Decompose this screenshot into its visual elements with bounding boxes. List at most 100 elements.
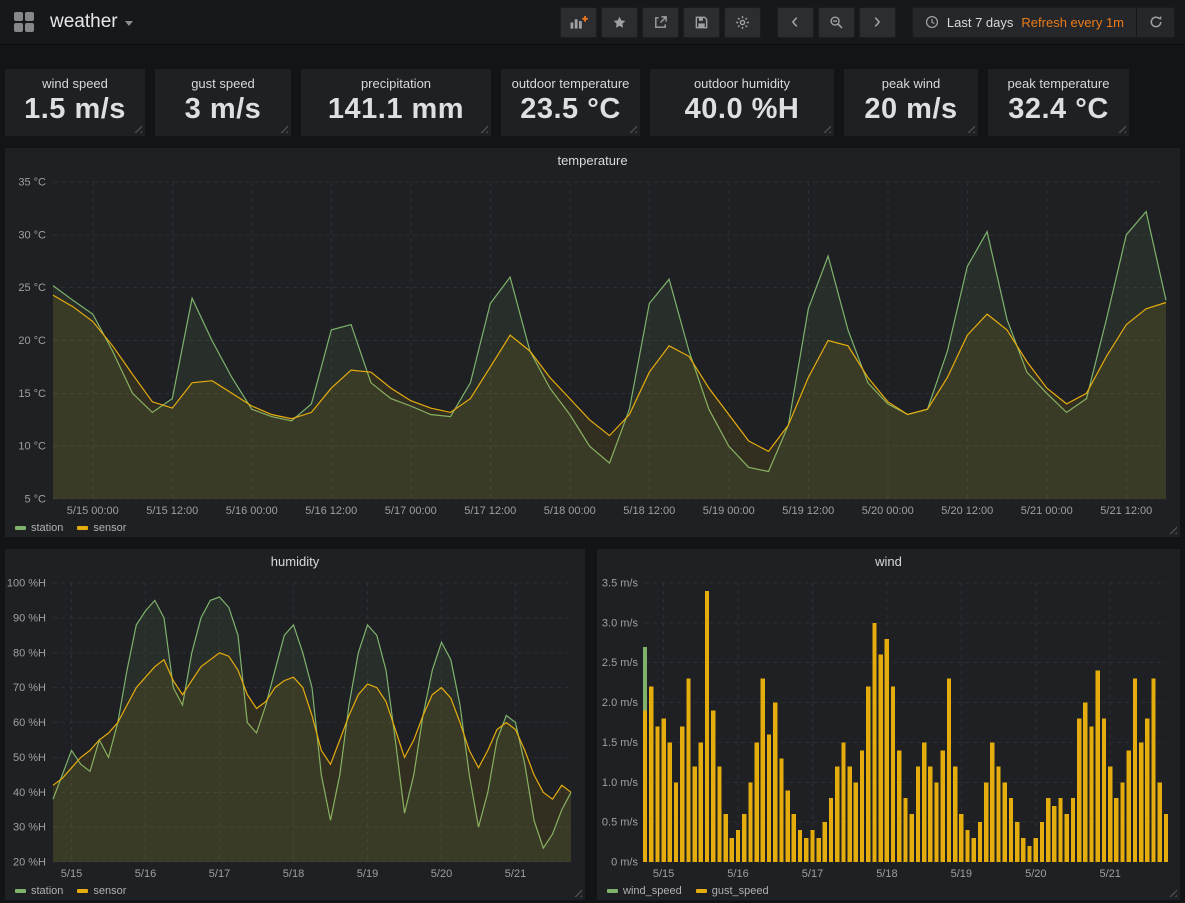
legend-item-station[interactable]: station: [15, 522, 63, 534]
svg-text:10 °C: 10 °C: [18, 441, 46, 453]
stat-value: 3 m/s: [185, 91, 262, 127]
settings-button[interactable]: [724, 7, 761, 38]
save-button[interactable]: [683, 7, 720, 38]
zoom-out-button[interactable]: [818, 7, 855, 38]
time-range-label: Last 7 days: [947, 15, 1014, 30]
svg-text:5/17 12:00: 5/17 12:00: [464, 505, 516, 517]
svg-text:5/16: 5/16: [135, 868, 156, 880]
star-button[interactable]: [601, 7, 638, 38]
svg-text:20 %H: 20 %H: [13, 857, 46, 869]
panel-title-humidity[interactable]: humidity: [5, 549, 585, 575]
top-nav: weather Last 7 da: [0, 0, 1185, 45]
time-nav-actions: [777, 7, 896, 38]
stat-panel-peak-wind: peak wind20 m/s: [844, 69, 978, 136]
resize-handle[interactable]: [279, 124, 288, 133]
resize-handle[interactable]: [628, 124, 637, 133]
wind-chart[interactable]: 5/155/165/175/185/195/205/210 m/s0.5 m/s…: [597, 575, 1180, 882]
svg-text:3.5 m/s: 3.5 m/s: [602, 578, 639, 590]
add-panel-button[interactable]: [560, 7, 597, 38]
svg-text:5/21: 5/21: [505, 868, 526, 880]
legend-item-wind_speed[interactable]: wind_speed: [607, 885, 682, 897]
time-back-button[interactable]: [777, 7, 814, 38]
stat-title[interactable]: precipitation: [361, 76, 431, 91]
svg-text:5/16: 5/16: [727, 868, 748, 880]
share-button[interactable]: [642, 7, 679, 38]
stat-panel-outdoor-temperature: outdoor temperature23.5 °C: [501, 69, 640, 136]
resize-handle[interactable]: [1117, 124, 1126, 133]
svg-text:20 °C: 20 °C: [18, 335, 46, 347]
svg-text:5/17: 5/17: [802, 868, 823, 880]
panel-wind: wind 5/155/165/175/185/195/205/210 m/s0.…: [597, 549, 1180, 900]
legend-item-gust_speed[interactable]: gust_speed: [696, 885, 769, 897]
gear-icon: [735, 15, 750, 30]
stat-title[interactable]: wind speed: [42, 76, 108, 91]
stat-panel-peak-temperature: peak temperature32.4 °C: [988, 69, 1129, 136]
svg-text:0.5 m/s: 0.5 m/s: [602, 817, 639, 829]
svg-text:5/17 00:00: 5/17 00:00: [385, 505, 437, 517]
humidity-chart[interactable]: 5/155/165/175/185/195/205/2120 %H30 %H40…: [5, 575, 585, 882]
temperature-legend: station sensor: [5, 519, 1180, 537]
svg-text:5/20 00:00: 5/20 00:00: [862, 505, 914, 517]
panel-humidity: humidity 5/155/165/175/185/195/205/2120 …: [5, 549, 585, 900]
stat-title[interactable]: outdoor humidity: [694, 76, 790, 91]
svg-text:0 m/s: 0 m/s: [611, 857, 638, 869]
resize-handle[interactable]: [133, 124, 142, 133]
temperature-chart[interactable]: 5/15 00:005/15 12:005/16 00:005/16 12:00…: [5, 174, 1180, 519]
svg-text:5 °C: 5 °C: [24, 494, 46, 506]
svg-text:2.0 m/s: 2.0 m/s: [602, 697, 639, 709]
stat-value: 20 m/s: [864, 91, 957, 127]
resize-handle[interactable]: [966, 124, 975, 133]
svg-text:5/15: 5/15: [653, 868, 674, 880]
resize-handle[interactable]: [479, 124, 488, 133]
svg-text:5/18 12:00: 5/18 12:00: [623, 505, 675, 517]
dashboard-title-dropdown[interactable]: weather: [44, 7, 139, 37]
chevron-left-icon: [788, 15, 802, 29]
svg-text:5/21 12:00: 5/21 12:00: [1100, 505, 1152, 517]
svg-text:1.5 m/s: 1.5 m/s: [602, 737, 639, 749]
legend-swatch: [77, 526, 88, 530]
time-forward-button[interactable]: [859, 7, 896, 38]
stat-panel-outdoor-humidity: outdoor humidity40.0 %H: [650, 69, 834, 136]
panel-title-temperature[interactable]: temperature: [5, 148, 1180, 174]
svg-text:30 %H: 30 %H: [13, 822, 46, 834]
svg-text:60 %H: 60 %H: [13, 717, 46, 729]
svg-text:5/18: 5/18: [283, 868, 304, 880]
legend-item-sensor[interactable]: sensor: [77, 522, 126, 534]
wind-plot: 5/155/165/175/185/195/205/210 m/s0.5 m/s…: [597, 575, 1180, 882]
grafana-logo-icon[interactable]: [12, 10, 36, 34]
star-icon: [612, 15, 627, 30]
legend-swatch: [15, 526, 26, 530]
dashboard-actions: [560, 7, 761, 38]
stat-title[interactable]: peak wind: [882, 76, 941, 91]
legend-item-sensor[interactable]: sensor: [77, 885, 126, 897]
time-range-button[interactable]: Last 7 days Refresh every 1m: [913, 8, 1136, 37]
svg-text:90 %H: 90 %H: [13, 612, 46, 624]
legend-swatch: [77, 889, 88, 893]
svg-text:50 %H: 50 %H: [13, 752, 46, 764]
svg-text:5/15 12:00: 5/15 12:00: [146, 505, 198, 517]
refresh-button[interactable]: [1136, 8, 1174, 37]
svg-text:40 %H: 40 %H: [13, 787, 46, 799]
magnifier-icon: [829, 15, 844, 30]
panel-title-wind[interactable]: wind: [597, 549, 1180, 575]
svg-text:5/18 00:00: 5/18 00:00: [544, 505, 596, 517]
stat-value: 40.0 %H: [685, 91, 800, 127]
svg-text:5/16 00:00: 5/16 00:00: [226, 505, 278, 517]
svg-text:70 %H: 70 %H: [13, 682, 46, 694]
stat-title[interactable]: outdoor temperature: [512, 76, 630, 91]
bar-chart-plus-icon: [569, 15, 588, 30]
stat-value: 32.4 °C: [1008, 91, 1109, 127]
svg-text:25 °C: 25 °C: [18, 282, 46, 294]
stat-title[interactable]: gust speed: [191, 76, 255, 91]
svg-text:5/19 00:00: 5/19 00:00: [703, 505, 755, 517]
svg-text:100 %H: 100 %H: [7, 578, 46, 590]
svg-text:80 %H: 80 %H: [13, 647, 46, 659]
legend-item-station[interactable]: station: [15, 885, 63, 897]
refresh-interval-label: Refresh every 1m: [1021, 15, 1124, 30]
svg-text:30 °C: 30 °C: [18, 229, 46, 241]
svg-text:5/15 00:00: 5/15 00:00: [67, 505, 119, 517]
share-icon: [653, 15, 668, 30]
resize-handle[interactable]: [822, 124, 831, 133]
stat-title[interactable]: peak temperature: [1008, 76, 1110, 91]
stat-value: 141.1 mm: [328, 91, 464, 127]
